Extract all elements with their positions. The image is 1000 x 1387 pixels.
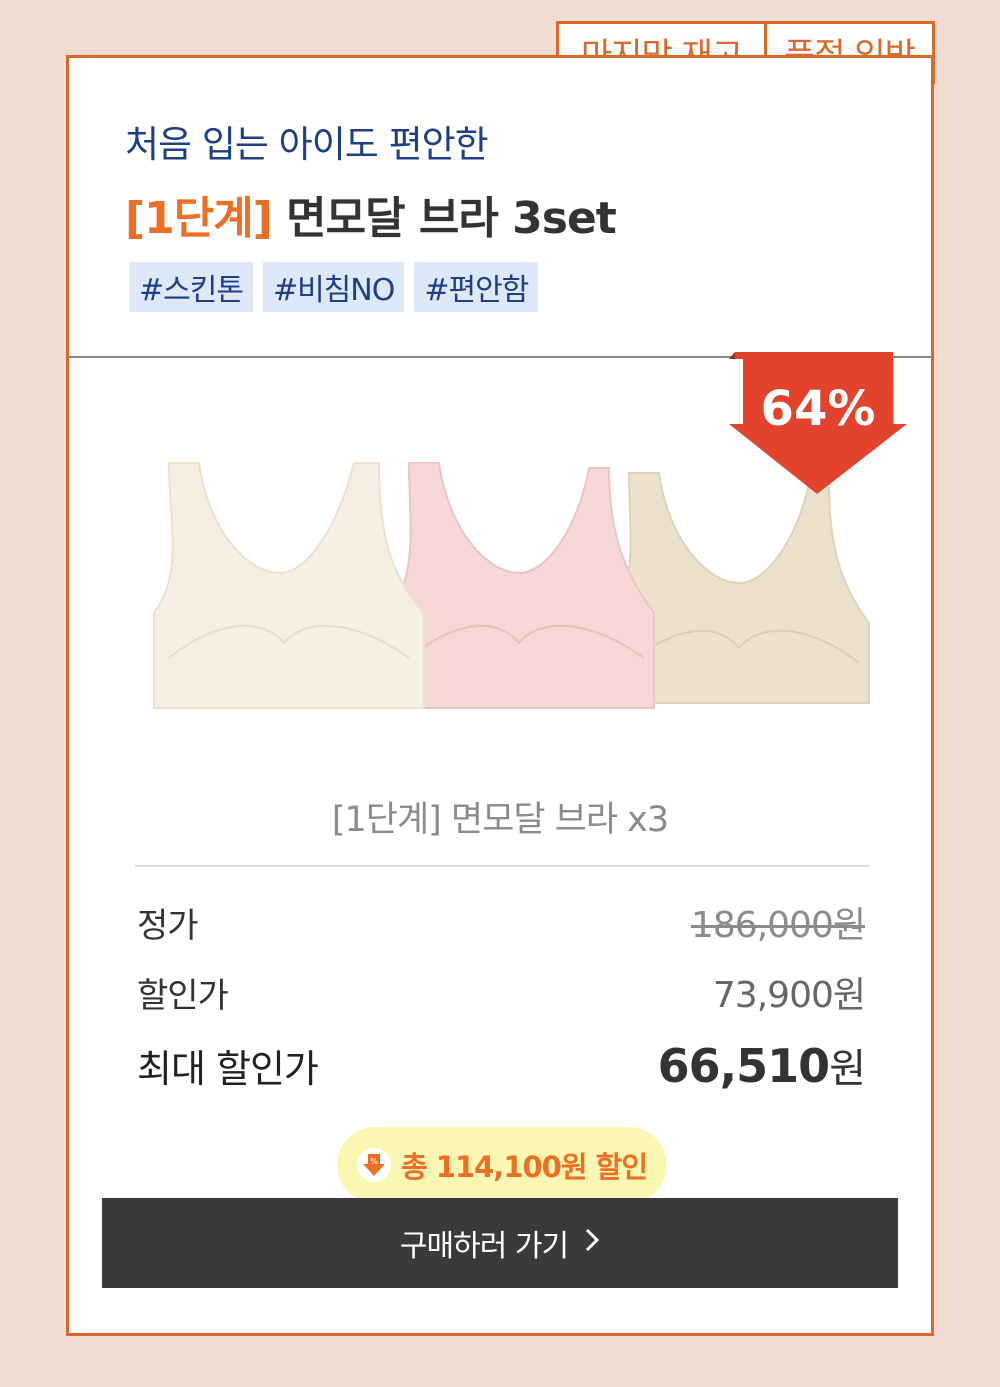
max-discount-price-row: 최대 할인가 66,510원 xyxy=(137,1036,866,1094)
savings-bubble: % 총 114,100원 할인 xyxy=(337,1127,667,1217)
product-subtitle: 처음 입는 아이도 편안한 xyxy=(125,123,489,166)
chevron-right-icon xyxy=(584,1226,600,1261)
max-discount-number: 66,510 xyxy=(657,1039,831,1093)
regular-price-row: 정가 186,000원 xyxy=(137,896,866,948)
discount-arrow-icon: % xyxy=(357,1148,391,1182)
buy-button[interactable]: 구매하러 가기 xyxy=(102,1198,898,1288)
product-card: 처음 입는 아이도 편안한 [1단계] 면모달 브라 3set #스킨톤 #비침… xyxy=(66,55,934,1336)
bra-pink xyxy=(388,462,655,709)
regular-price-value: 186,000원 xyxy=(691,905,866,946)
sale-price-label: 할인가 xyxy=(137,975,229,1016)
max-discount-value: 66,510원 xyxy=(657,1036,866,1094)
discount-percent: 64% xyxy=(760,381,876,437)
product-title: [1단계] 면모달 브라 3set xyxy=(125,182,617,246)
tag-comfort[interactable]: #편안함 xyxy=(414,262,539,312)
price-divider xyxy=(135,865,869,867)
svg-text:%: % xyxy=(370,1157,378,1166)
tag-skintone[interactable]: #스킨톤 xyxy=(129,262,253,312)
bra-ivory xyxy=(153,462,425,709)
tag-no-seethrough[interactable]: #비침NO xyxy=(262,262,405,312)
product-name: 면모달 브라 3set xyxy=(286,193,617,244)
max-discount-unit: 원 xyxy=(829,1046,866,1092)
max-discount-label: 최대 할인가 xyxy=(137,1046,319,1091)
tag-list: #스킨톤 #비침NO #편안함 xyxy=(129,262,539,312)
regular-price-label: 정가 xyxy=(137,905,199,946)
product-step-label: [1단계] xyxy=(125,193,273,244)
buy-button-label: 구매하러 가기 xyxy=(399,1229,569,1264)
product-caption: [1단계] 면모달 브라 x3 xyxy=(331,800,669,840)
savings-text: 총 114,100원 할인 xyxy=(401,1150,648,1184)
product-image xyxy=(153,462,870,709)
sale-price-row: 할인가 73,900원 xyxy=(137,966,866,1018)
sale-price-value: 73,900원 xyxy=(712,975,866,1016)
